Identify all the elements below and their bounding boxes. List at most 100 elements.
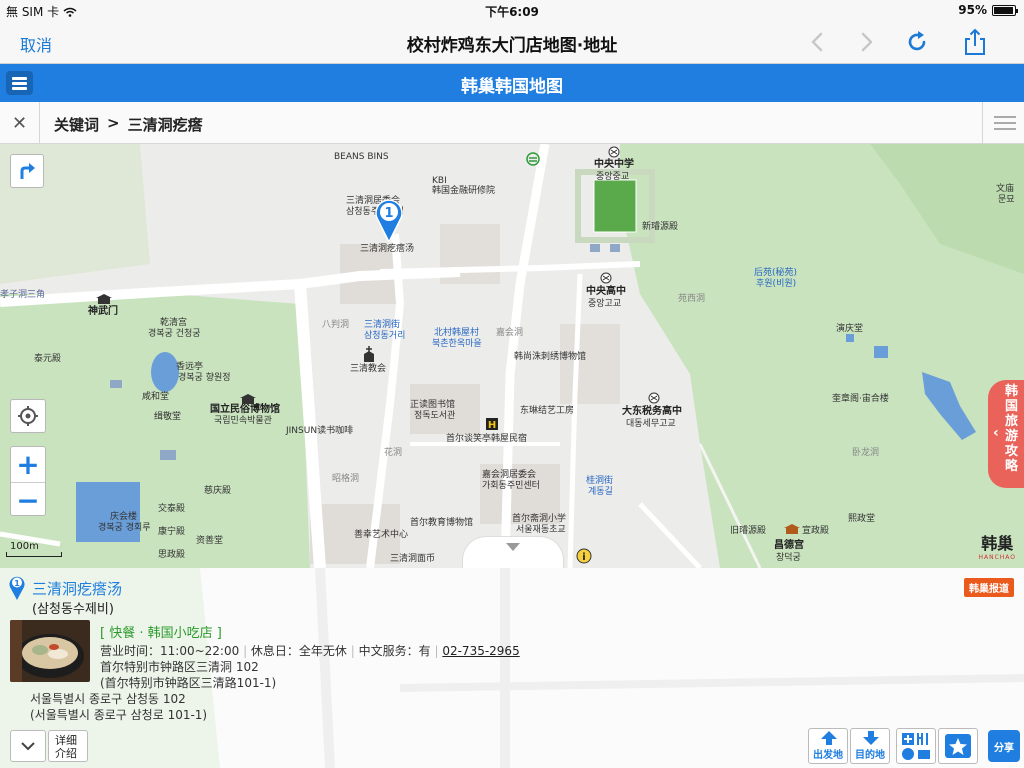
place-pin-icon: 1 bbox=[9, 576, 25, 600]
refresh-icon[interactable] bbox=[903, 28, 931, 56]
address-cn-road: (首尔特别市钟路区三清路101-1) bbox=[100, 676, 277, 690]
map-label: 国立民俗博物馆 bbox=[210, 404, 280, 415]
battery-fill bbox=[994, 6, 1013, 14]
favorite-button[interactable] bbox=[938, 728, 978, 764]
map-label-target: 三清洞疙瘩汤 bbox=[360, 244, 415, 254]
map-label: 演庆堂 bbox=[836, 324, 864, 334]
map-label: 首尔谈笑亭韩屋民宿 bbox=[446, 434, 528, 444]
map-label: 北村韩屋村 bbox=[434, 328, 480, 338]
map-label: 嘉会洞 bbox=[496, 328, 524, 338]
direction-button[interactable] bbox=[10, 154, 44, 188]
turn-arrow-icon bbox=[20, 163, 35, 179]
breadcrumb-path: 关键词 > 三清洞疙瘩 bbox=[54, 114, 203, 135]
travel-guide-tab[interactable]: ‹ 韩国旅游攻略 bbox=[988, 380, 1024, 488]
school-icon bbox=[608, 146, 620, 158]
set-destination-button[interactable]: 目的地 bbox=[850, 728, 890, 764]
map-label: 首尔斋洞小学 bbox=[512, 514, 567, 524]
chevron-down-icon bbox=[506, 543, 520, 551]
location-pin-icon[interactable]: 1 bbox=[374, 198, 404, 242]
map-label: 善幸艺术中心 bbox=[354, 530, 409, 540]
museum-icon bbox=[240, 394, 256, 404]
place-info-panel: 1 三清洞疙瘩汤 (삼청동수제비) 韩巢报道 [ 快餐 · 韩国小吃店 ] 营业… bbox=[0, 568, 1024, 768]
map-label: 三清洞街 bbox=[364, 320, 401, 330]
zoom-in-button[interactable]: + bbox=[11, 447, 45, 482]
expand-details-button[interactable] bbox=[10, 730, 46, 762]
status-right: 95% bbox=[958, 3, 1018, 17]
share-button[interactable]: 分享 bbox=[988, 730, 1020, 762]
map-label: 昭格洞 bbox=[332, 474, 360, 484]
address-kr: 서울특별시 종로구 삼청동 102 bbox=[30, 692, 186, 706]
phone-link[interactable]: 02-735-2965 bbox=[442, 644, 519, 658]
list-view-icon[interactable] bbox=[982, 102, 1024, 144]
marker-number: 1 bbox=[384, 206, 393, 221]
map-label: 三清教会 bbox=[350, 364, 387, 374]
map-label: 交泰殿 bbox=[158, 504, 186, 514]
map-label: 旧璿源殿 bbox=[730, 526, 767, 536]
map-label: 가회동주민센터 bbox=[482, 481, 540, 491]
place-info-row: 营业时间：11:00~22:00 | 休息日：全年无休 | 中文服务：有 | 0… bbox=[100, 644, 520, 658]
map-label: 乾清宫 bbox=[160, 318, 188, 328]
address-kr-road: (서울특별시 종로구 삼청로 101-1) bbox=[30, 708, 208, 722]
map-label: 首尔教育博物馆 bbox=[410, 518, 474, 528]
opening-hours: 营业时间：11:00~22:00 bbox=[100, 644, 240, 658]
school-icon bbox=[600, 272, 612, 284]
panel-collapse-handle[interactable] bbox=[462, 536, 564, 568]
address-cn: 首尔特别市钟路区三清洞 102 bbox=[100, 660, 259, 674]
map-label: 正读图书馆 bbox=[410, 400, 456, 410]
nav-bar: 取消 校村炸鸡东大门店地图·地址 bbox=[0, 20, 1024, 64]
map-label: 경복궁 향원정 bbox=[178, 373, 231, 383]
map-label: 思政殿 bbox=[158, 550, 186, 560]
map-label: 문묘 bbox=[998, 195, 1015, 205]
place-category: [ 快餐 · 韩国小吃店 ] bbox=[100, 626, 222, 641]
breadcrumb-root[interactable]: 关键词 bbox=[54, 114, 99, 135]
zoom-controls: + − bbox=[10, 446, 46, 517]
map-label: 缉敬堂 bbox=[154, 412, 182, 422]
map-label: 咸和堂 bbox=[142, 392, 170, 402]
map-label: 宣政殿 bbox=[802, 526, 830, 536]
back-arrow-icon[interactable] bbox=[804, 28, 832, 56]
post-office-icon bbox=[526, 152, 540, 166]
scale-label: 100m bbox=[10, 541, 39, 552]
map-label: 嘉会洞居委会 bbox=[482, 470, 537, 480]
palace-gate-icon bbox=[96, 294, 112, 304]
forward-arrow-icon[interactable] bbox=[852, 28, 880, 56]
map-label: 대동세무고교 bbox=[626, 419, 676, 429]
report-badge[interactable]: 韩巢报道 bbox=[964, 578, 1014, 597]
map-label: 泰元殿 bbox=[34, 354, 62, 364]
close-icon[interactable]: ✕ bbox=[0, 102, 40, 144]
chevron-down-icon bbox=[21, 742, 35, 751]
destination-label: 目的地 bbox=[855, 750, 885, 761]
map-view[interactable]: BEANS BINS KBI 韩国金融研修院 三清洞居委会 삼청동주민센터 三清… bbox=[0, 144, 1024, 568]
services-icon bbox=[902, 733, 930, 760]
map-label: 熙政堂 bbox=[848, 514, 876, 524]
share-icon[interactable] bbox=[961, 28, 989, 56]
map-label: 神武门 bbox=[88, 306, 118, 317]
set-start-button[interactable]: 出发地 bbox=[808, 728, 848, 764]
chevron-left-icon: ‹ bbox=[993, 425, 999, 441]
app-title: 韩巢韩国地图 bbox=[461, 77, 563, 97]
status-time: 下午6:09 bbox=[485, 5, 539, 19]
brand-logo: 韩巢 HANCHAO bbox=[978, 530, 1016, 561]
place-name[interactable]: 三清洞疙瘩汤 bbox=[32, 578, 122, 599]
map-label: 中央高中 bbox=[586, 286, 626, 297]
map-label: 孝子洞三角 bbox=[0, 290, 46, 300]
star-icon bbox=[945, 734, 971, 758]
svg-text:i: i bbox=[582, 552, 585, 563]
map-label: 卧龙洞 bbox=[852, 448, 880, 458]
map-label: 后苑(秘苑) bbox=[754, 268, 798, 278]
my-location-button[interactable] bbox=[10, 399, 46, 433]
map-label: 花洞 bbox=[384, 448, 403, 458]
map-label: 昌德宫 bbox=[774, 540, 804, 551]
place-photo[interactable] bbox=[10, 620, 90, 682]
nearby-services-button[interactable] bbox=[896, 728, 936, 764]
holiday: 休息日：全年无休 bbox=[250, 644, 347, 658]
travel-guide-label: 韩国旅游攻略 bbox=[1005, 384, 1019, 474]
zoom-out-button[interactable]: − bbox=[11, 482, 45, 517]
map-label: 八判洞 bbox=[322, 320, 350, 330]
map-label: 韩国金融研修院 bbox=[432, 186, 496, 196]
map-label: 奎章阁·宙合楼 bbox=[832, 394, 889, 404]
map-label: 慈庆殿 bbox=[204, 486, 232, 496]
detail-intro-button[interactable]: 详细介绍 bbox=[48, 730, 88, 762]
map-label: BEANS BINS bbox=[334, 152, 389, 162]
map-label: 桂洞街 bbox=[586, 476, 614, 486]
